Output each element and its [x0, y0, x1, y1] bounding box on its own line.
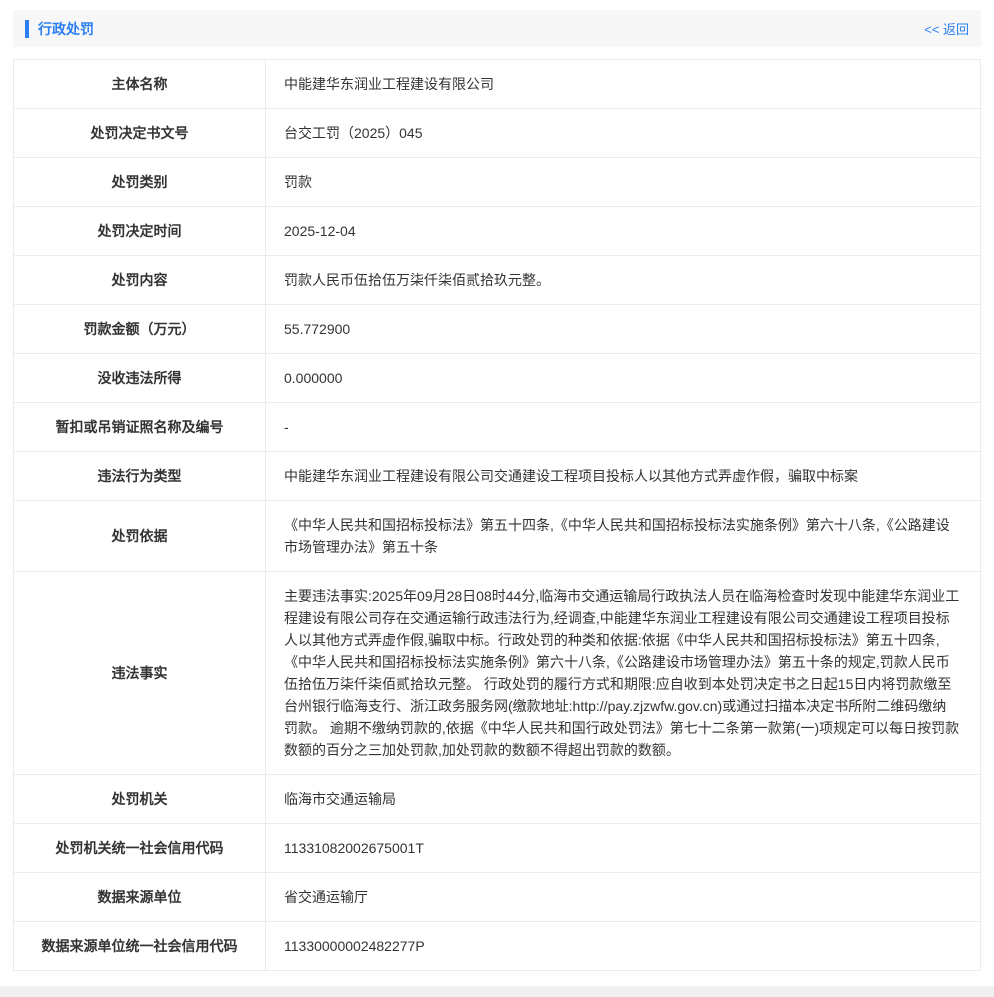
row-value-penalty-basis: 《中华人民共和国招标投标法》第五十四条,《中华人民共和国招标投标法实施条例》第六… — [266, 501, 981, 572]
row-value-decision-date: 2025-12-04 — [266, 207, 981, 256]
back-link[interactable]: << 返回 — [924, 19, 969, 38]
row-label-violation-facts: 违法事实 — [14, 572, 266, 775]
table-row: 数据来源单位统一社会信用代码 11330000002482277P — [14, 922, 981, 971]
row-label-license-suspension: 暂扣或吊销证照名称及编号 — [14, 403, 266, 452]
table-row: 违法行为类型 中能建华东润业工程建设有限公司交通建设工程项目投标人以其他方式弄虚… — [14, 452, 981, 501]
table-row: 处罚决定时间 2025-12-04 — [14, 207, 981, 256]
row-label-data-source-unit: 数据来源单位 — [14, 873, 266, 922]
row-label-penalty-category: 处罚类别 — [14, 158, 266, 207]
row-label-confiscated-gains: 没收违法所得 — [14, 354, 266, 403]
table-row: 处罚机关 临海市交通运输局 — [14, 775, 981, 824]
row-value-violation-type: 中能建华东润业工程建设有限公司交通建设工程项目投标人以其他方式弄虚作假，骗取中标… — [266, 452, 981, 501]
row-label-penalty-authority: 处罚机关 — [14, 775, 266, 824]
row-value-violation-facts: 主要违法事实:2025年09月28日08时44分,临海市交通运输局行政执法人员在… — [266, 572, 981, 775]
row-label-penalty-basis: 处罚依据 — [14, 501, 266, 572]
header-accent-bar — [25, 20, 29, 38]
row-label-penalty-content: 处罚内容 — [14, 256, 266, 305]
row-value-penalty-category: 罚款 — [266, 158, 981, 207]
table-row: 处罚类别 罚款 — [14, 158, 981, 207]
table-row: 数据来源单位 省交通运输厅 — [14, 873, 981, 922]
row-value-decision-doc-number: 台交工罚（2025）045 — [266, 109, 981, 158]
table-row: 处罚内容 罚款人民币伍拾伍万柒仟柒佰贰拾玖元整。 — [14, 256, 981, 305]
table-row: 处罚依据 《中华人民共和国招标投标法》第五十四条,《中华人民共和国招标投标法实施… — [14, 501, 981, 572]
row-label-authority-credit-code: 处罚机关统一社会信用代码 — [14, 824, 266, 873]
row-value-license-suspension: - — [266, 403, 981, 452]
table-row: 违法事实 主要违法事实:2025年09月28日08时44分,临海市交通运输局行政… — [14, 572, 981, 775]
row-value-fine-amount: 55.772900 — [266, 305, 981, 354]
row-label-violation-type: 违法行为类型 — [14, 452, 266, 501]
penalty-detail-table: 主体名称 中能建华东润业工程建设有限公司 处罚决定书文号 台交工罚（2025）0… — [13, 59, 981, 971]
row-value-subject-name: 中能建华东润业工程建设有限公司 — [266, 60, 981, 109]
row-value-penalty-authority: 临海市交通运输局 — [266, 775, 981, 824]
table-row: 处罚决定书文号 台交工罚（2025）045 — [14, 109, 981, 158]
row-label-decision-date: 处罚决定时间 — [14, 207, 266, 256]
row-label-subject-name: 主体名称 — [14, 60, 266, 109]
footer-strip — [0, 986, 994, 997]
table-row: 主体名称 中能建华东润业工程建设有限公司 — [14, 60, 981, 109]
penalty-detail-page: 行政处罚 << 返回 主体名称 中能建华东润业工程建设有限公司 处罚决定书文号 … — [0, 0, 994, 997]
row-value-data-source-unit: 省交通运输厅 — [266, 873, 981, 922]
row-label-fine-amount: 罚款金额（万元） — [14, 305, 266, 354]
table-row: 暂扣或吊销证照名称及编号 - — [14, 403, 981, 452]
row-label-source-credit-code: 数据来源单位统一社会信用代码 — [14, 922, 266, 971]
page-title: 行政处罚 — [38, 19, 94, 39]
row-value-authority-credit-code: 11331082002675001T — [266, 824, 981, 873]
row-value-confiscated-gains: 0.000000 — [266, 354, 981, 403]
table-row: 罚款金额（万元） 55.772900 — [14, 305, 981, 354]
row-label-decision-doc-number: 处罚决定书文号 — [14, 109, 266, 158]
page-header: 行政处罚 << 返回 — [13, 10, 981, 47]
row-value-penalty-content: 罚款人民币伍拾伍万柒仟柒佰贰拾玖元整。 — [266, 256, 981, 305]
table-row: 处罚机关统一社会信用代码 11331082002675001T — [14, 824, 981, 873]
table-row: 没收违法所得 0.000000 — [14, 354, 981, 403]
row-value-source-credit-code: 11330000002482277P — [266, 922, 981, 971]
